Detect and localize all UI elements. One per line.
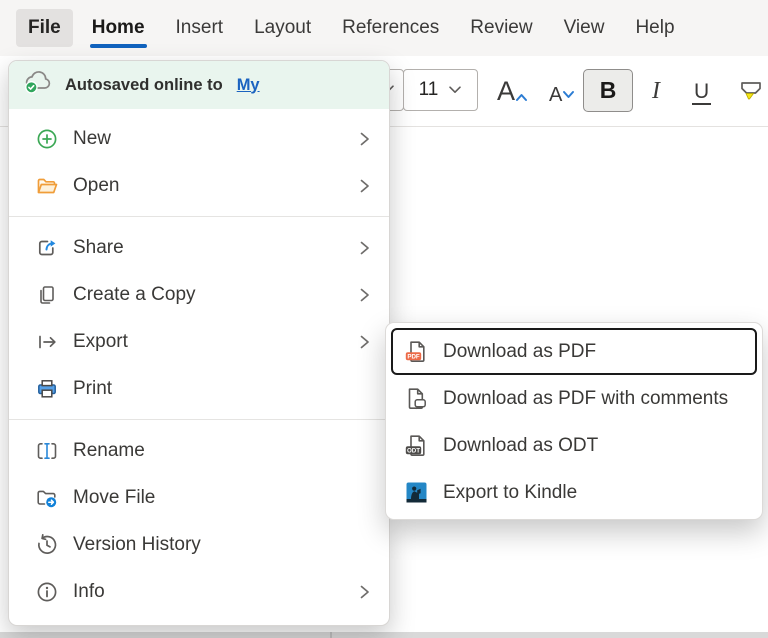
document-bottom-strip bbox=[0, 632, 768, 638]
caret-down-icon bbox=[562, 82, 575, 105]
font-size-dropdown[interactable]: 11 bbox=[403, 69, 478, 111]
menu-item-open[interactable]: Open bbox=[9, 162, 389, 209]
open-folder-icon bbox=[35, 174, 59, 198]
svg-text:ODT: ODT bbox=[407, 447, 420, 454]
caret-up-icon bbox=[515, 78, 528, 109]
submenu-item-download-as-pdf[interactable]: PDF Download as PDF bbox=[391, 328, 757, 375]
tab-view[interactable]: View bbox=[564, 17, 605, 39]
odt-file-icon: ODT bbox=[403, 433, 430, 459]
new-circle-plus-icon bbox=[35, 127, 59, 151]
menu-item-move-file[interactable]: Move File bbox=[9, 474, 389, 521]
kindle-icon bbox=[403, 480, 430, 506]
shrink-font-button[interactable]: A bbox=[549, 84, 575, 107]
shrink-font-label: A bbox=[549, 84, 562, 107]
export-arrow-icon bbox=[35, 330, 59, 354]
svg-text:PDF: PDF bbox=[407, 353, 420, 360]
move-folder-icon bbox=[35, 486, 59, 510]
tab-review[interactable]: Review bbox=[470, 17, 532, 39]
file-menu-panel: Autosaved online to My New Op bbox=[8, 60, 390, 626]
underline-button[interactable]: U bbox=[692, 80, 711, 105]
share-arrow-icon bbox=[35, 236, 59, 260]
chevron-right-icon bbox=[355, 286, 373, 304]
menu-item-info[interactable]: Info bbox=[9, 568, 389, 615]
submenu-item-download-as-odt[interactable]: ODT Download as ODT bbox=[391, 422, 757, 469]
chevron-right-icon bbox=[355, 177, 373, 195]
menu-item-create-a-copy[interactable]: Create a Copy bbox=[9, 271, 389, 318]
text-highlight-button[interactable] bbox=[738, 78, 765, 110]
file-menu-list: New Open bbox=[9, 109, 389, 623]
info-circle-icon bbox=[35, 580, 59, 604]
page-edge-marker bbox=[330, 632, 332, 638]
copy-pages-icon bbox=[35, 283, 59, 307]
printer-icon bbox=[35, 377, 59, 401]
bold-button[interactable]: B bbox=[583, 69, 633, 112]
grow-font-label: A bbox=[497, 76, 515, 107]
chevron-right-icon bbox=[355, 583, 373, 601]
tab-home[interactable]: Home bbox=[92, 17, 145, 39]
menu-item-rename[interactable]: Rename bbox=[9, 427, 389, 474]
tab-layout[interactable]: Layout bbox=[254, 17, 311, 39]
submenu-item-download-as-pdf-with-comments[interactable]: Download as PDF with comments bbox=[391, 375, 757, 422]
menu-item-print[interactable]: Print bbox=[9, 365, 389, 412]
tab-insert[interactable]: Insert bbox=[176, 17, 224, 39]
menu-separator bbox=[9, 419, 389, 420]
chevron-down-icon bbox=[448, 79, 462, 101]
ribbon-tab-bar: File Home Insert Layout References Revie… bbox=[0, 0, 768, 56]
cloud-check-icon bbox=[23, 71, 54, 100]
export-submenu-panel: PDF Download as PDF Download as PDF with… bbox=[385, 322, 763, 520]
pdf-comments-file-icon bbox=[403, 386, 430, 412]
tab-help[interactable]: Help bbox=[635, 17, 674, 39]
autosave-location-link[interactable]: My bbox=[237, 76, 260, 95]
submenu-item-export-to-kindle[interactable]: Export to Kindle bbox=[391, 469, 757, 516]
history-clock-icon bbox=[35, 533, 59, 557]
autosave-status-banner: Autosaved online to My bbox=[9, 61, 389, 109]
bold-label: B bbox=[600, 77, 617, 104]
rename-cursor-icon bbox=[35, 439, 59, 463]
menu-item-new[interactable]: New bbox=[9, 115, 389, 162]
chevron-right-icon bbox=[355, 130, 373, 148]
tab-file[interactable]: File bbox=[16, 9, 73, 47]
pdf-file-icon: PDF bbox=[403, 339, 430, 365]
italic-button[interactable]: I bbox=[644, 78, 668, 105]
menu-item-export[interactable]: Export bbox=[9, 318, 389, 365]
highlighter-icon bbox=[738, 92, 765, 109]
menu-item-version-history[interactable]: Version History bbox=[9, 521, 389, 568]
menu-separator bbox=[9, 216, 389, 217]
grow-font-button[interactable]: A bbox=[497, 76, 528, 109]
tab-references[interactable]: References bbox=[342, 17, 439, 39]
chevron-right-icon bbox=[355, 333, 373, 351]
font-size-value: 11 bbox=[419, 79, 439, 101]
menu-item-share[interactable]: Share bbox=[9, 224, 389, 271]
autosave-status-text: Autosaved online to bbox=[65, 76, 223, 95]
chevron-right-icon bbox=[355, 239, 373, 257]
